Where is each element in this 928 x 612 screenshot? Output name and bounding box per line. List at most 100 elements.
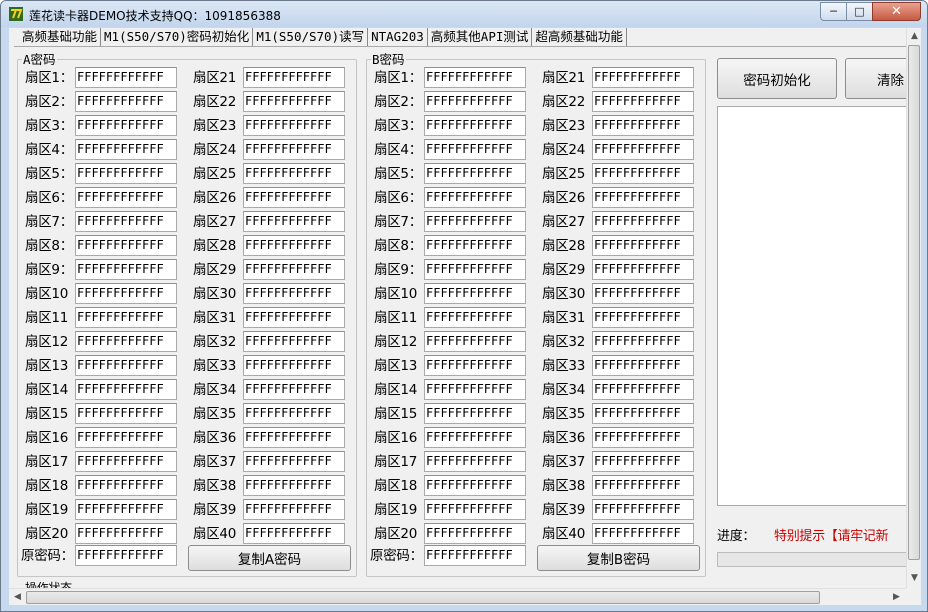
- password-a-sector-input[interactable]: FFFFFFFFFFFF: [243, 427, 345, 448]
- password-b-sector-input[interactable]: FFFFFFFFFFFF: [592, 307, 694, 328]
- tab-hf-basic[interactable]: 高频基础功能: [19, 28, 102, 46]
- password-b-sector-input[interactable]: FFFFFFFFFFFF: [424, 283, 526, 304]
- password-a-sector-input[interactable]: FFFFFFFFFFFF: [243, 331, 345, 352]
- password-b-sector-input[interactable]: FFFFFFFFFFFF: [592, 499, 694, 520]
- password-a-sector-input[interactable]: FFFFFFFFFFFF: [75, 235, 177, 256]
- password-a-sector-input[interactable]: FFFFFFFFFFFF: [243, 451, 345, 472]
- password-b-original-password-input[interactable]: FFFFFFFFFFFF: [424, 545, 526, 566]
- password-b-sector-input[interactable]: FFFFFFFFFFFF: [424, 211, 526, 232]
- password-a-sector-input[interactable]: FFFFFFFFFFFF: [243, 523, 345, 544]
- password-a-sector-input[interactable]: FFFFFFFFFFFF: [243, 379, 345, 400]
- password-a-sector-input[interactable]: FFFFFFFFFFFF: [75, 115, 177, 136]
- password-a-sector-input[interactable]: FFFFFFFFFFFF: [75, 451, 177, 472]
- password-b-sector-input[interactable]: FFFFFFFFFFFF: [592, 379, 694, 400]
- scroll-right-icon[interactable]: ▶: [889, 590, 904, 605]
- scroll-down-icon[interactable]: ▼: [907, 571, 921, 586]
- password-b-sector-input[interactable]: FFFFFFFFFFFF: [592, 235, 694, 256]
- vertical-scroll-thumb[interactable]: [908, 45, 920, 560]
- password-b-sector-input[interactable]: FFFFFFFFFFFF: [592, 67, 694, 88]
- tab-m1-password-init[interactable]: M1(S50/S70)密码初始化: [101, 28, 254, 47]
- password-a-sector-input[interactable]: FFFFFFFFFFFF: [75, 307, 177, 328]
- password-b-sector-input[interactable]: FFFFFFFFFFFF: [592, 115, 694, 136]
- vertical-scrollbar[interactable]: ▲ ▼: [906, 28, 921, 588]
- tab-hf-other-api[interactable]: 高频其他API测试: [428, 28, 533, 46]
- password-b-sector-input[interactable]: FFFFFFFFFFFF: [424, 451, 526, 472]
- password-b-sector-input[interactable]: FFFFFFFFFFFF: [424, 307, 526, 328]
- password-b-sector-input[interactable]: FFFFFFFFFFFF: [592, 211, 694, 232]
- password-b-sector-input[interactable]: FFFFFFFFFFFF: [592, 475, 694, 496]
- clear-button[interactable]: 清除: [845, 58, 915, 99]
- password-b-sector-input[interactable]: FFFFFFFFFFFF: [592, 427, 694, 448]
- password-b-sector-input[interactable]: FFFFFFFFFFFF: [424, 427, 526, 448]
- password-a-copy-button[interactable]: 复制A密码: [188, 545, 351, 571]
- log-output[interactable]: [717, 106, 907, 506]
- password-b-sector-input[interactable]: FFFFFFFFFFFF: [424, 115, 526, 136]
- password-a-sector-input[interactable]: FFFFFFFFFFFF: [75, 283, 177, 304]
- minimize-button[interactable]: ─: [820, 2, 847, 21]
- password-b-sector-input[interactable]: FFFFFFFFFFFF: [424, 163, 526, 184]
- password-a-sector-input[interactable]: FFFFFFFFFFFF: [75, 403, 177, 424]
- tab-m1-read-write[interactable]: M1(S50/S70)读写: [253, 28, 369, 46]
- password-b-sector-input[interactable]: FFFFFFFFFFFF: [592, 331, 694, 352]
- password-b-sector-input[interactable]: FFFFFFFFFFFF: [424, 259, 526, 280]
- password-b-sector-input[interactable]: FFFFFFFFFFFF: [424, 91, 526, 112]
- password-a-sector-input[interactable]: FFFFFFFFFFFF: [243, 499, 345, 520]
- password-b-sector-input[interactable]: FFFFFFFFFFFF: [424, 67, 526, 88]
- password-b-sector-input[interactable]: FFFFFFFFFFFF: [592, 163, 694, 184]
- password-a-sector-input[interactable]: FFFFFFFFFFFF: [243, 67, 345, 88]
- password-b-sector-input[interactable]: FFFFFFFFFFFF: [424, 331, 526, 352]
- password-a-sector-input[interactable]: FFFFFFFFFFFF: [75, 187, 177, 208]
- password-b-sector-input[interactable]: FFFFFFFFFFFF: [424, 403, 526, 424]
- password-a-sector-input[interactable]: FFFFFFFFFFFF: [75, 427, 177, 448]
- password-a-sector-input[interactable]: FFFFFFFFFFFF: [75, 67, 177, 88]
- password-a-sector-input[interactable]: FFFFFFFFFFFF: [243, 211, 345, 232]
- tab-uhf-basic[interactable]: 超高频基础功能: [532, 28, 627, 46]
- password-a-sector-input[interactable]: FFFFFFFFFFFF: [75, 259, 177, 280]
- password-b-sector-input[interactable]: FFFFFFFFFFFF: [592, 355, 694, 376]
- password-a-original-password-input[interactable]: FFFFFFFFFFFF: [75, 545, 177, 566]
- password-b-sector-input[interactable]: FFFFFFFFFFFF: [424, 475, 526, 496]
- password-a-sector-input[interactable]: FFFFFFFFFFFF: [75, 523, 177, 544]
- password-a-sector-input[interactable]: FFFFFFFFFFFF: [243, 187, 345, 208]
- password-b-sector-input[interactable]: FFFFFFFFFFFF: [592, 451, 694, 472]
- password-a-sector-input[interactable]: FFFFFFFFFFFF: [243, 355, 345, 376]
- password-a-sector-input[interactable]: FFFFFFFFFFFF: [243, 403, 345, 424]
- password-a-sector-input[interactable]: FFFFFFFFFFFF: [243, 283, 345, 304]
- password-b-sector-input[interactable]: FFFFFFFFFFFF: [592, 91, 694, 112]
- scroll-left-icon[interactable]: ◀: [10, 590, 25, 605]
- password-b-sector-input[interactable]: FFFFFFFFFFFF: [424, 499, 526, 520]
- password-b-sector-input[interactable]: FFFFFFFFFFFF: [424, 355, 526, 376]
- password-b-sector-input[interactable]: FFFFFFFFFFFF: [592, 523, 694, 544]
- password-b-sector-input[interactable]: FFFFFFFFFFFF: [424, 523, 526, 544]
- tab-ntag203[interactable]: NTAG203: [368, 28, 428, 46]
- password-a-sector-input[interactable]: FFFFFFFFFFFF: [243, 307, 345, 328]
- title-bar[interactable]: 莲花读卡器DEMO技术支持QQ：1091856388 ─ □ ✕: [1, 1, 927, 27]
- password-a-sector-input[interactable]: FFFFFFFFFFFF: [75, 331, 177, 352]
- scroll-up-icon[interactable]: ▲: [907, 29, 921, 44]
- password-b-sector-input[interactable]: FFFFFFFFFFFF: [592, 187, 694, 208]
- password-b-sector-input[interactable]: FFFFFFFFFFFF: [424, 235, 526, 256]
- password-a-sector-input[interactable]: FFFFFFFFFFFF: [75, 355, 177, 376]
- password-b-sector-input[interactable]: FFFFFFFFFFFF: [424, 187, 526, 208]
- horizontal-scrollbar[interactable]: ◀ ▶: [9, 588, 906, 605]
- maximize-button[interactable]: □: [846, 2, 873, 21]
- password-a-sector-input[interactable]: FFFFFFFFFFFF: [243, 163, 345, 184]
- password-a-sector-input[interactable]: FFFFFFFFFFFF: [75, 379, 177, 400]
- password-a-sector-input[interactable]: FFFFFFFFFFFF: [243, 139, 345, 160]
- password-a-sector-input[interactable]: FFFFFFFFFFFF: [75, 163, 177, 184]
- password-a-sector-input[interactable]: FFFFFFFFFFFF: [75, 211, 177, 232]
- password-b-copy-button[interactable]: 复制B密码: [537, 545, 700, 571]
- password-a-sector-input[interactable]: FFFFFFFFFFFF: [243, 259, 345, 280]
- password-b-sector-input[interactable]: FFFFFFFFFFFF: [424, 139, 526, 160]
- password-a-sector-input[interactable]: FFFFFFFFFFFF: [243, 91, 345, 112]
- password-b-sector-input[interactable]: FFFFFFFFFFFF: [424, 379, 526, 400]
- password-a-sector-input[interactable]: FFFFFFFFFFFF: [243, 235, 345, 256]
- password-a-sector-input[interactable]: FFFFFFFFFFFF: [75, 139, 177, 160]
- password-a-sector-input[interactable]: FFFFFFFFFFFF: [75, 91, 177, 112]
- password-b-sector-input[interactable]: FFFFFFFFFFFF: [592, 139, 694, 160]
- password-a-sector-input[interactable]: FFFFFFFFFFFF: [75, 475, 177, 496]
- password-a-sector-input[interactable]: FFFFFFFFFFFF: [75, 499, 177, 520]
- password-a-sector-input[interactable]: FFFFFFFFFFFF: [243, 115, 345, 136]
- password-b-sector-input[interactable]: FFFFFFFFFFFF: [592, 403, 694, 424]
- password-b-sector-input[interactable]: FFFFFFFFFFFF: [592, 283, 694, 304]
